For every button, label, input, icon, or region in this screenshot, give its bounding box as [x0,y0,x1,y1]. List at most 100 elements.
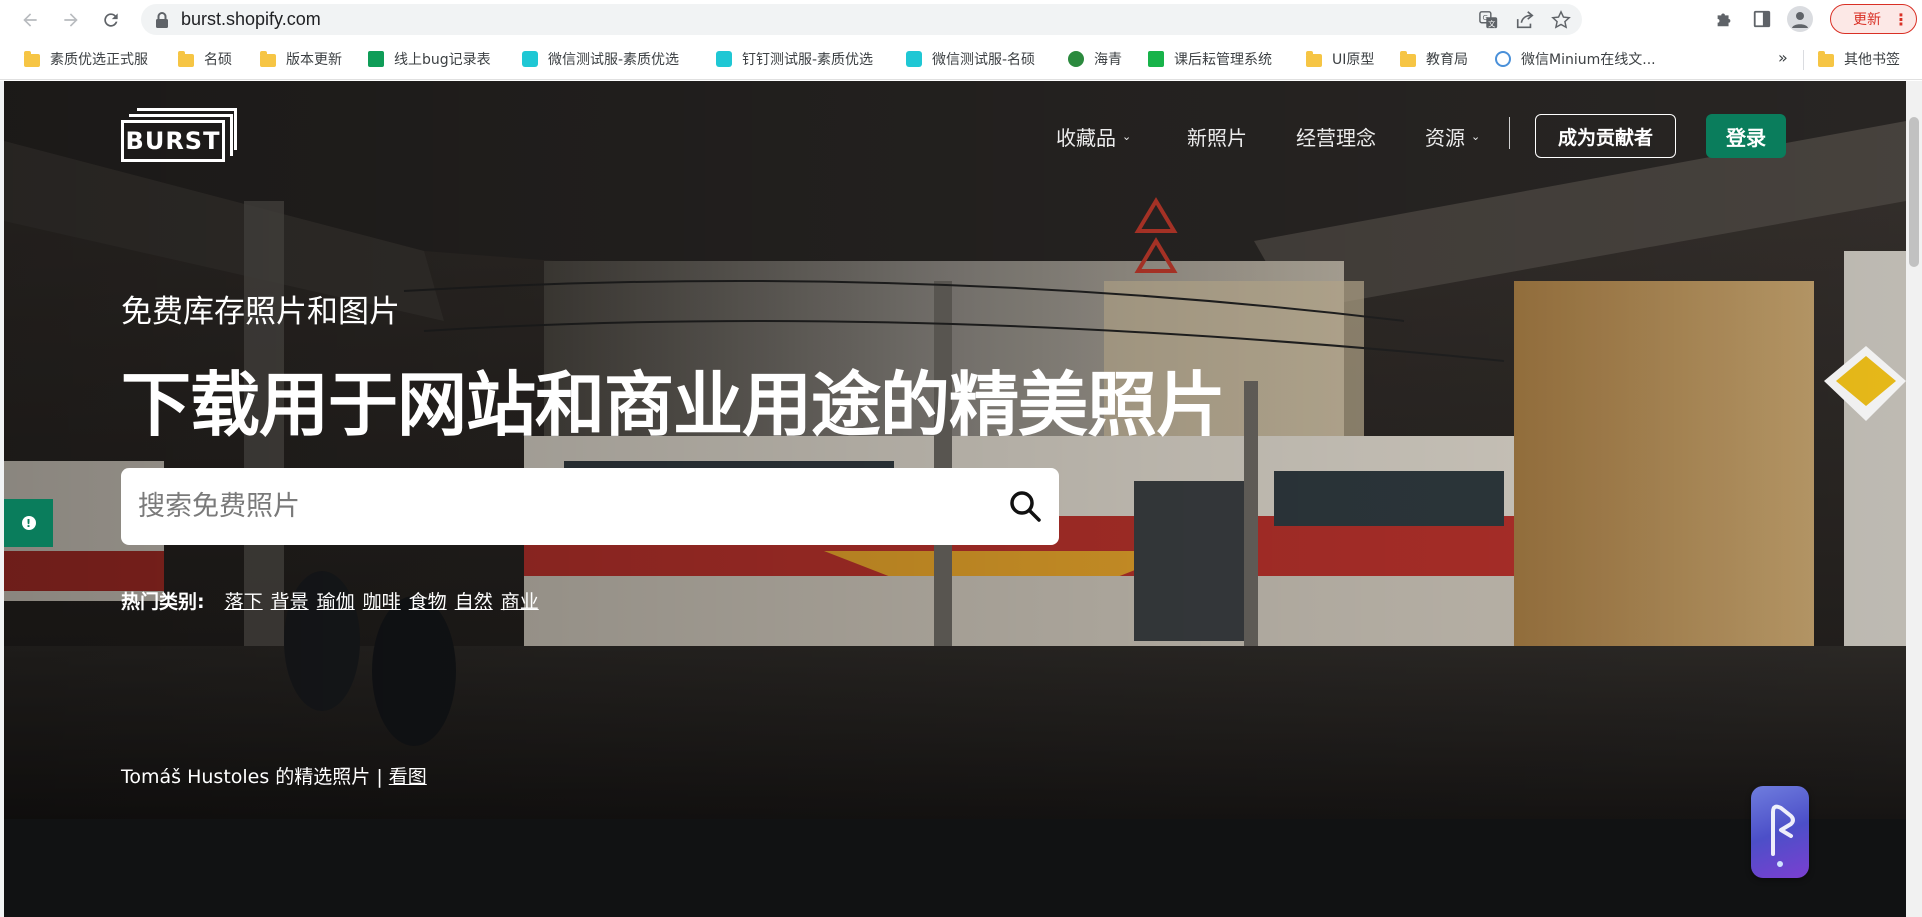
folder-icon [260,50,276,67]
forward-button[interactable] [53,2,89,38]
logo-stack-line [234,108,237,150]
reload-button[interactable] [93,2,129,38]
hero-overlay [4,81,1906,819]
bookmark-label: 其他书签 [1844,52,1900,68]
svg-text:G: G [1483,13,1489,22]
scrollbar-thumb[interactable] [1909,117,1919,267]
bookmark-item[interactable]: 素质优选正式服 [24,49,148,69]
nav-label: 新照片 [1187,126,1247,150]
app-icon [1148,51,1164,67]
popular-categories: 热门类别: 落下 背景 瑜伽 咖啡 食物 自然 商业 [121,587,547,614]
logo-text: BURST [121,120,225,162]
chevron-down-icon: ⌄ [1471,130,1481,143]
nav-label: 收藏品 [1056,126,1116,150]
extensions-icon[interactable] [1710,5,1738,33]
nav-new-photos[interactable]: 新照片 [1187,122,1247,151]
bookmark-item[interactable]: 钉钉测试服-素质优选 [716,49,873,69]
site-icon [1495,51,1511,67]
logo-stack-line [230,114,233,156]
address-bar[interactable]: burst.shopify.com 文G [141,4,1582,35]
back-button[interactable] [12,2,48,38]
bookmark-item[interactable]: 名硕 [178,49,232,69]
category-link[interactable]: 瑜伽 [317,587,355,614]
bookmark-item[interactable]: 海青 [1068,49,1122,69]
bookmark-label: UI原型 [1332,52,1375,68]
browser-toolbar: burst.shopify.com 文G 更新 ⋮ [0,0,1922,39]
menu-dots-icon: ⋮ [1893,9,1909,29]
hero-section: BURST 收藏品 ⌄ 新照片 经营理念 资源 ⌄ 成为贡献者 登录 免费库存照… [4,81,1906,819]
bookmark-item[interactable]: 微信测试服-名硕 [906,49,1035,69]
burst-logo[interactable]: BURST [121,108,237,164]
bookmark-item[interactable]: 教育局 [1400,49,1468,69]
bookmark-label: 钉钉测试服-素质优选 [742,52,874,68]
reload-icon [104,13,118,27]
category-link[interactable]: 落下 [225,587,263,614]
person-icon [1792,12,1808,28]
folder-icon [1306,50,1322,67]
hero-headline: 下载用于网站和商业用途的精美照片 [121,364,1226,446]
nav-label: 经营理念 [1296,126,1376,150]
feedback-tab[interactable]: ! [4,499,53,547]
popular-label: 热门类别: [121,591,205,613]
category-link[interactable]: 食物 [409,587,447,614]
profile-avatar[interactable] [1786,5,1814,33]
bookmark-label: 名硕 [204,52,232,68]
category-link[interactable]: 背景 [271,587,309,614]
bookmark-label: 版本更新 [286,52,342,68]
app-icon [522,51,538,67]
update-label: 更新 [1853,12,1881,28]
bookmark-label: 微信测试服-素质优选 [548,52,680,68]
bookmark-item[interactable]: 课后耘管理系统 [1148,49,1272,69]
bookmark-label: 课后耘管理系统 [1174,52,1272,68]
side-panel-icon[interactable] [1748,5,1776,33]
assistant-logo-icon [1771,804,1795,867]
arrow-left-icon [23,13,37,27]
folder-icon [1818,50,1834,67]
login-button[interactable]: 登录 [1706,114,1786,158]
bookmark-item[interactable]: 微信测试服-素质优选 [522,49,679,69]
category-link[interactable]: 自然 [455,587,493,614]
alert-icon: ! [21,516,36,530]
bookmark-label: 海青 [1094,52,1122,68]
bookmark-label: 微信Minium在线文... [1521,52,1656,68]
nav-resources[interactable]: 资源 ⌄ [1425,122,1480,151]
bookmarks-bar: 素质优选正式服 名硕 版本更新 线上bug记录表 微信测试服-素质优选 钉钉测试… [0,39,1922,80]
bookmark-label: 教育局 [1426,52,1468,68]
bookmark-item[interactable]: 线上bug记录表 [368,49,491,69]
assistant-widget-button[interactable] [1751,786,1809,878]
bookmark-item[interactable]: 版本更新 [260,49,342,69]
view-photo-link[interactable]: 看图 [389,762,427,789]
lock-icon [156,11,168,28]
category-link[interactable]: 咖啡 [363,587,401,614]
bookmark-item[interactable]: UI原型 [1306,49,1374,69]
chevron-down-icon: ⌄ [1122,130,1132,143]
app-icon [906,51,922,67]
logo-stack-line [129,114,233,117]
arrow-right-icon [64,13,78,27]
url-text: burst.shopify.com [181,9,321,29]
bookmark-item[interactable]: 微信Minium在线文... [1495,49,1656,69]
category-link[interactable]: 商业 [501,587,539,614]
nav-divider [1509,117,1510,149]
nav-collections[interactable]: 收藏品 ⌄ [1056,122,1131,151]
bookmark-label: 线上bug记录表 [394,52,491,68]
search-icon[interactable] [1008,489,1042,523]
credit-text: Tomáš Hustoles 的精选照片 | [121,766,383,788]
more-bookmarks-button[interactable]: » [1778,48,1788,67]
sheet-icon [368,51,384,67]
become-contributor-button[interactable]: 成为贡献者 [1535,114,1676,158]
nav-label: 资源 [1425,126,1465,150]
bookmarks-divider [1803,50,1804,70]
folder-icon [178,50,194,67]
nav-philosophy[interactable]: 经营理念 [1296,122,1376,151]
bookmark-item-other[interactable]: 其他书签 [1818,49,1900,69]
search-input[interactable] [138,491,958,522]
update-button[interactable]: 更新 ⋮ [1830,4,1917,34]
translate-icon[interactable]: 文G [1478,9,1500,31]
bookmark-label: 素质优选正式服 [50,52,148,68]
share-icon[interactable] [1514,9,1536,31]
bookmark-star-icon[interactable] [1550,9,1572,31]
logo-stack-line [137,108,237,111]
page-scrollbar[interactable] [1906,81,1922,917]
folder-icon [1400,50,1416,67]
